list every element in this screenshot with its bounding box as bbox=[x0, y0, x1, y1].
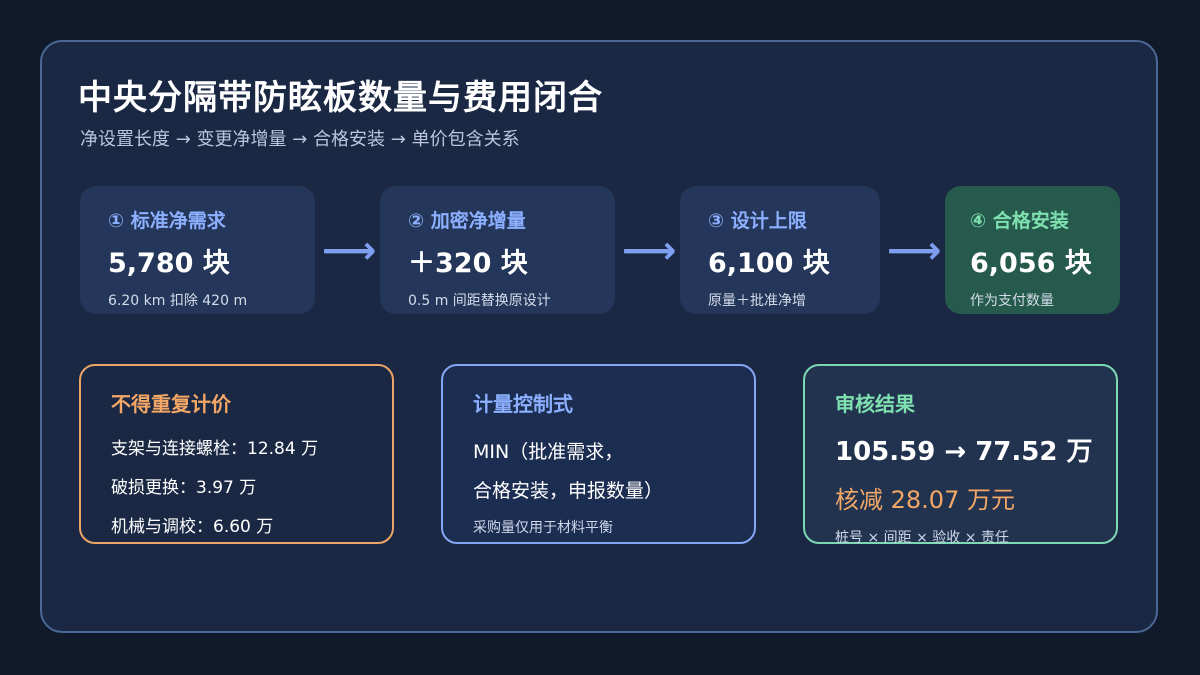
formula-line: 合格安装，申报数量） bbox=[473, 480, 664, 502]
page-subtitle: 净设置长度 → 变更净增量 → 合格安装 → 单价包含关系 bbox=[80, 129, 520, 150]
step-net-increase: ② 加密净增量 ＋320 块 0.5 m 间距替换原设计 bbox=[380, 186, 615, 314]
step-design-limit: ③ 设计上限 6,100 块 原量＋批准净增 bbox=[680, 186, 880, 314]
cost-line: 支架与连接螺栓：12.84 万 bbox=[111, 439, 319, 459]
cost-line: 机械与调校：6.60 万 bbox=[111, 517, 274, 537]
box-title: 计量控制式 bbox=[473, 392, 573, 416]
step-standard-demand: ① 标准净需求 5,780 块 6.20 km 扣除 420 m bbox=[80, 186, 315, 314]
audit-result-box: 审核结果 105.59 → 77.52 万 核减 28.07 万元 桩号 × 间… bbox=[803, 364, 1118, 546]
formula-note: 采购量仅用于材料平衡 bbox=[473, 520, 613, 536]
result-note: 桩号 × 间距 × 验收 × 责任 bbox=[835, 530, 1009, 546]
page-title: 中央分隔带防眩板数量与费用闭合 bbox=[78, 78, 603, 118]
step-label: ③ 设计上限 bbox=[708, 210, 807, 232]
box-title: 不得重复计价 bbox=[111, 392, 231, 416]
step-value: 5,780 块 bbox=[108, 248, 230, 279]
reduction-amount: 核减 28.07 万元 bbox=[835, 486, 1015, 514]
measurement-formula-box: 计量控制式 MIN（批准需求， 合格安装，申报数量） 采购量仅用于材料平衡 bbox=[441, 364, 756, 544]
box-title: 审核结果 bbox=[835, 392, 915, 416]
arrow-right-icon: ⟶ bbox=[622, 228, 677, 272]
step-note: 0.5 m 间距替换原设计 bbox=[408, 293, 551, 309]
step-qualified-install: ④ 合格安装 6,056 块 作为支付数量 bbox=[945, 186, 1120, 314]
step-value: 6,100 块 bbox=[708, 248, 830, 279]
formula-line: MIN（批准需求， bbox=[473, 441, 624, 463]
step-note: 原量＋批准净增 bbox=[708, 293, 806, 309]
step-value: 6,056 块 bbox=[970, 248, 1092, 279]
step-label: ② 加密净增量 bbox=[408, 210, 526, 232]
amount-change: 105.59 → 77.52 万 bbox=[835, 437, 1093, 467]
step-value: ＋320 块 bbox=[408, 248, 528, 279]
arrow-right-icon: ⟶ bbox=[887, 228, 942, 272]
step-label: ④ 合格安装 bbox=[970, 210, 1069, 232]
cost-line: 破损更换：3.97 万 bbox=[111, 478, 257, 498]
step-note: 6.20 km 扣除 420 m bbox=[108, 293, 248, 309]
step-label: ① 标准净需求 bbox=[108, 210, 226, 232]
step-note: 作为支付数量 bbox=[970, 293, 1054, 309]
arrow-right-icon: ⟶ bbox=[322, 228, 377, 272]
no-repeat-pricing-box: 不得重复计价 支架与连接螺栓：12.84 万 破损更换：3.97 万 机械与调校… bbox=[79, 364, 394, 544]
